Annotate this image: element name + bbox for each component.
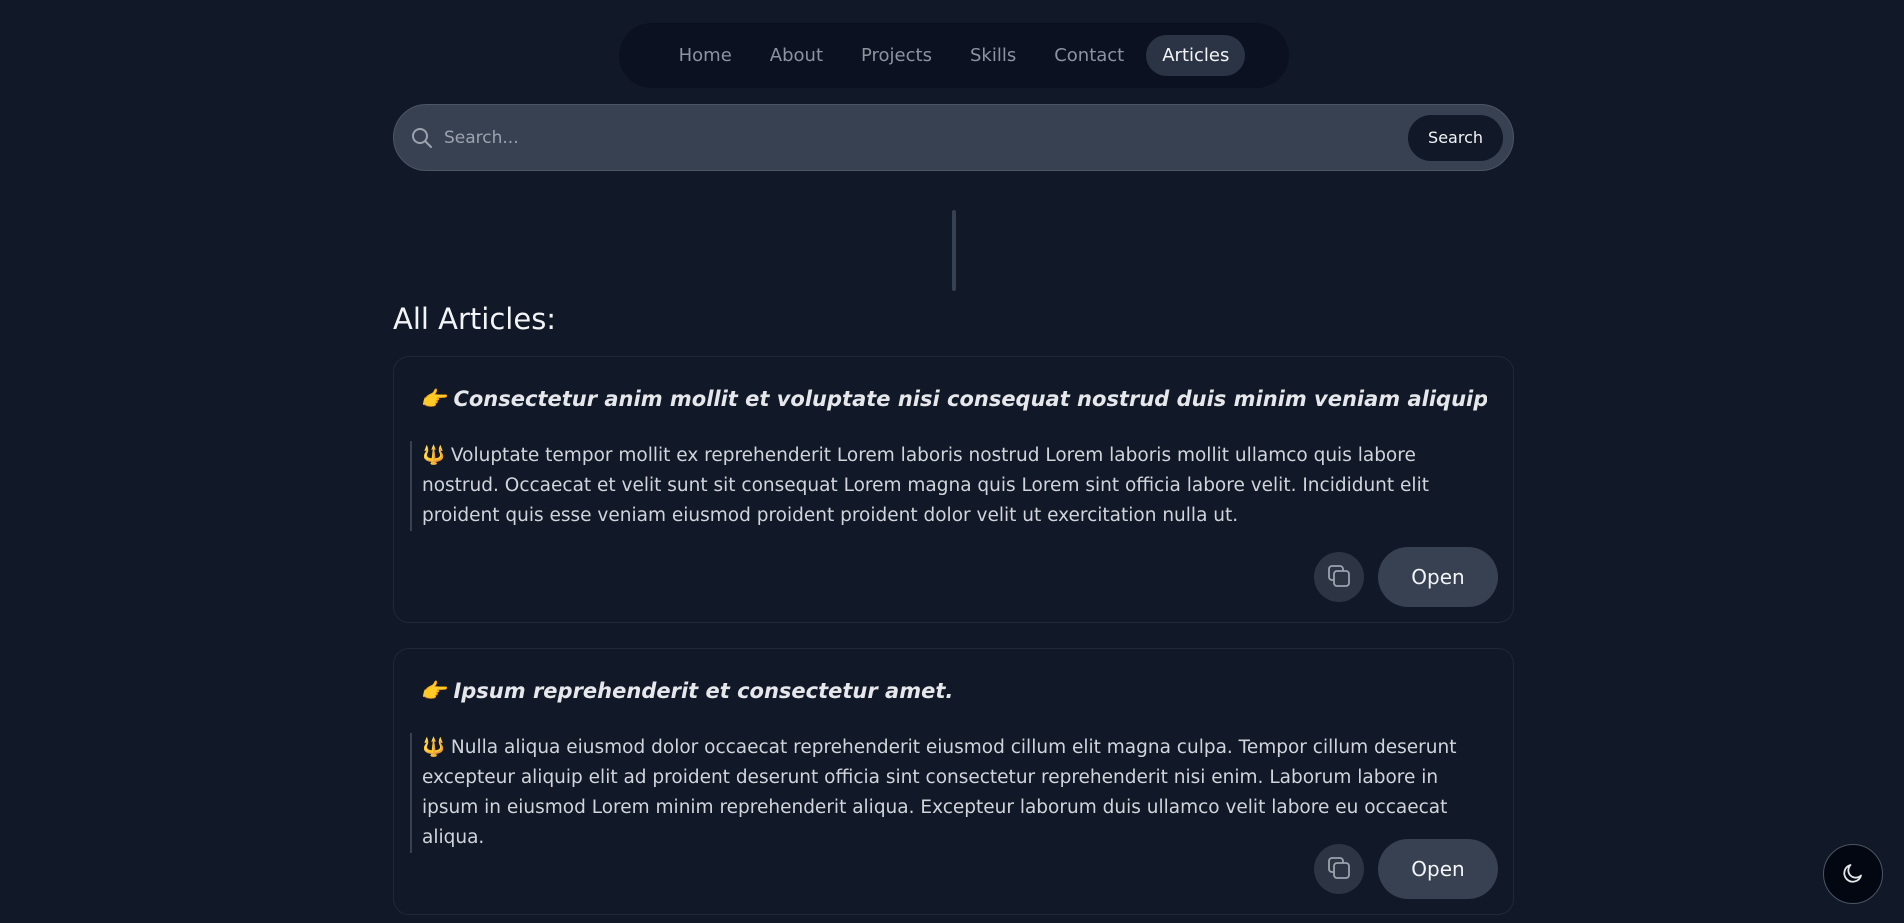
article-summary: 🔱 Nulla aliqua eiusmod dolor occaecat re… <box>410 733 1485 853</box>
nav-item-contact[interactable]: Contact <box>1038 35 1140 76</box>
open-button[interactable]: Open <box>1378 547 1498 607</box>
section-title: All Articles: <box>393 302 557 336</box>
vertical-divider <box>952 210 956 291</box>
open-button[interactable]: Open <box>1378 839 1498 899</box>
search-icon <box>408 124 436 152</box>
copy-button[interactable] <box>1314 552 1364 602</box>
theme-toggle-button[interactable] <box>1823 844 1883 904</box>
copy-icon <box>1326 855 1352 884</box>
copy-button[interactable] <box>1314 844 1364 894</box>
article-actions: Open <box>1314 839 1498 899</box>
nav-item-skills[interactable]: Skills <box>954 35 1032 76</box>
search-button[interactable]: Search <box>1408 114 1503 161</box>
nav-item-about[interactable]: About <box>754 35 839 76</box>
article-summary: 🔱 Voluptate tempor mollit ex reprehender… <box>410 441 1485 531</box>
top-nav: Home About Projects Skills Contact Artic… <box>619 23 1289 88</box>
search-bar: Search <box>393 104 1514 171</box>
search-input[interactable] <box>444 127 1409 148</box>
nav-item-home[interactable]: Home <box>663 35 748 76</box>
article-title: 👉 Ipsum reprehenderit et consectetur ame… <box>420 679 954 703</box>
nav-item-articles[interactable]: Articles <box>1146 35 1246 76</box>
article-title: 👉 Consectetur anim mollit et voluptate n… <box>420 387 1487 411</box>
article-actions: Open <box>1314 547 1498 607</box>
copy-icon <box>1326 563 1352 592</box>
moon-icon <box>1841 861 1865 888</box>
nav-item-projects[interactable]: Projects <box>845 35 948 76</box>
article-card: 👉 Consectetur anim mollit et voluptate n… <box>393 356 1514 623</box>
article-card: 👉 Ipsum reprehenderit et consectetur ame… <box>393 648 1514 915</box>
